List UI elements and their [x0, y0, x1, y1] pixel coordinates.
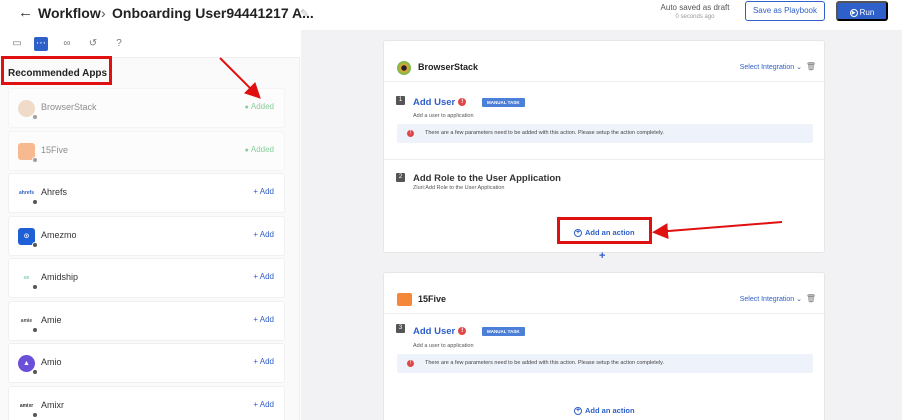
app-name: 15Five	[41, 144, 69, 155]
browserstack-logo	[18, 100, 38, 120]
amidship-logo: ≡≡	[18, 270, 38, 290]
annotation-box-recommended	[1, 56, 112, 85]
warning-banner: ! There are a few parameters need to be …	[397, 124, 813, 143]
amezmo-logo: ⊙	[18, 227, 38, 248]
app-card-15five: 15Five Select Integration ⌄ 🗑 3 Add User…	[383, 272, 826, 420]
add-app-button[interactable]: + Add	[253, 400, 274, 409]
annotation-box-add-action	[557, 217, 652, 244]
save-as-playbook-button[interactable]: Save as Playbook	[745, 1, 825, 21]
trash-icon[interactable]: 🗑	[806, 62, 816, 71]
card-app-name: BrowserStack	[418, 62, 479, 72]
run-button[interactable]: ▶ Run	[836, 1, 888, 21]
amio-logo: ▲	[18, 355, 38, 375]
step-1[interactable]: 1 Add User! MANUAL TASK Add a user to ap…	[384, 81, 826, 159]
app-row-amidship: ≡≡ Amidship + Add	[8, 258, 285, 298]
warning-icon: !	[407, 130, 414, 137]
history-icon[interactable]: ↺	[86, 37, 100, 51]
comment-icon[interactable]: ▭	[10, 37, 24, 51]
added-badge: Added	[245, 145, 274, 154]
app-list: BrowserStack Added 15Five Added ahrefs A…	[8, 88, 285, 420]
app-name: Amixr	[41, 399, 64, 410]
app-row-ahrefs: ahrefs Ahrefs + Add	[8, 173, 285, 213]
amie-logo: amie	[18, 313, 38, 333]
autosave-status: Auto saved as draft 0 seconds ago	[650, 3, 740, 20]
step-number: 1	[396, 96, 405, 105]
app-row-browserstack: BrowserStack Added	[8, 88, 285, 128]
step-title[interactable]: Add User!	[413, 326, 467, 337]
autosave-time: 0 seconds ago	[675, 14, 715, 20]
breadcrumb-separator: ›	[101, 5, 106, 21]
arrow-left-icon[interactable]: ←	[18, 4, 33, 21]
app-row-amezmo: ⊙ Amezmo + Add	[8, 215, 285, 256]
15five-logo	[18, 142, 38, 163]
step-title[interactable]: Add Role to the User Application	[413, 173, 561, 184]
select-integration-dropdown[interactable]: Select Integration ⌄	[740, 63, 802, 71]
warning-text: There are a few parameters need to be ad…	[425, 360, 664, 366]
app-row-amie: amie Amie + Add	[8, 300, 285, 341]
ahrefs-logo: ahrefs	[18, 185, 38, 205]
help-icon[interactable]: ?	[112, 37, 126, 51]
add-app-button[interactable]: + Add	[253, 272, 274, 281]
app-name: BrowserStack	[41, 102, 97, 112]
step-subtitle: Add a user to application	[413, 113, 474, 119]
step-title[interactable]: Add User!	[413, 97, 467, 108]
top-bar: ← Workflow › Onboarding User94441217 A..…	[0, 0, 902, 28]
app-row-amixr: amixr Amixr + Add	[8, 385, 285, 420]
link-icon[interactable]: ∞	[60, 37, 74, 51]
select-integration-dropdown[interactable]: Select Integration ⌄	[740, 295, 802, 303]
edit-title-icon[interactable]: ✎	[300, 7, 309, 20]
app-name: Ahrefs	[41, 187, 68, 197]
manual-task-tag: MANUAL TASK	[482, 327, 525, 336]
trash-icon[interactable]: 🗑	[806, 294, 816, 303]
app-name: Amie	[41, 314, 62, 325]
step-3[interactable]: 3 Add User! MANUAL TASK Add a user to ap…	[384, 313, 826, 391]
warning-banner: ! There are a few parameters need to be …	[397, 354, 813, 373]
step-2[interactable]: 2 Add Role to the User Application Zluri…	[384, 159, 826, 209]
add-app-button[interactable]: + Add	[253, 187, 274, 196]
amixr-logo: amixr	[18, 398, 38, 418]
tool-row: ▭ ⋯ ∞ ↺ ?	[0, 30, 300, 58]
run-label: Run	[859, 8, 875, 17]
breadcrumb-workflow[interactable]: Workflow	[38, 5, 101, 21]
warning-icon: !	[458, 327, 467, 336]
page-title: Onboarding User94441217 A...	[112, 5, 314, 21]
card-header: 15Five Select Integration ⌄ 🗑	[384, 273, 824, 313]
add-app-button[interactable]: + Add	[253, 315, 274, 324]
added-badge: Added	[245, 102, 274, 111]
app-row-15five: 15Five Added	[8, 130, 285, 171]
card-header: BrowserStack Select Integration ⌄ 🗑	[384, 41, 824, 81]
warning-icon: !	[407, 360, 414, 367]
step-number: 2	[396, 173, 405, 182]
manual-task-tag: MANUAL TASK	[482, 98, 525, 107]
app-name: Amezmo	[41, 229, 77, 240]
step-subtitle: Zluri:Add Role to the User Application	[413, 185, 505, 191]
add-action-button[interactable]: + Add an action	[574, 406, 635, 416]
app-name: Amidship	[41, 272, 79, 282]
add-app-button[interactable]: + Add	[253, 230, 274, 239]
autosave-label: Auto saved as draft	[660, 3, 730, 12]
warning-text: There are a few parameters need to be ad…	[425, 130, 664, 136]
app-name: Amio	[41, 357, 62, 367]
workflow-icon[interactable]: ⋯	[34, 37, 48, 51]
step-subtitle: Add a user to application	[413, 343, 474, 349]
15five-logo	[397, 293, 412, 306]
warning-icon: !	[458, 98, 467, 107]
add-app-button[interactable]: + Add	[253, 357, 274, 366]
play-icon: ▶	[849, 8, 858, 17]
card-app-name: 15Five	[418, 294, 447, 304]
left-panel: ▭ ⋯ ∞ ↺ ? Recommended Apps BrowserStack …	[0, 30, 300, 420]
browserstack-logo	[397, 61, 411, 75]
app-row-amio: ▲ Amio + Add	[8, 343, 285, 383]
step-number: 3	[396, 324, 405, 333]
add-app-plus[interactable]: +	[599, 250, 605, 262]
